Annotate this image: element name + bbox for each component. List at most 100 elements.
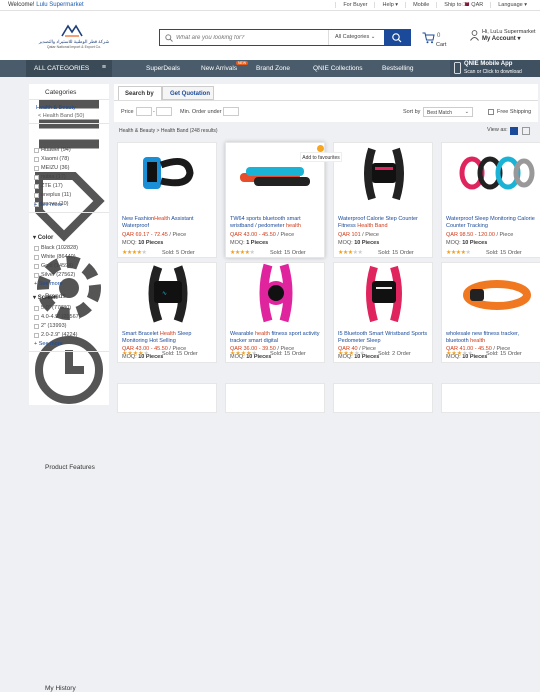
grid-view-icon[interactable] [510, 127, 518, 135]
color-checkbox[interactable] [34, 246, 39, 251]
screen-checkbox[interactable] [34, 306, 39, 311]
brand-option[interactable]: MEIZU (36) [41, 165, 69, 171]
product-card[interactable]: wholesale new fitness tracker, bluetooth… [441, 262, 540, 363]
product-card[interactable] [441, 383, 540, 413]
product-image[interactable] [334, 143, 434, 203]
screen-option[interactable]: 2.0-2.9" (4224) [41, 332, 78, 338]
product-card[interactable] [333, 383, 433, 413]
all-categories-button[interactable]: ALL CATEGORIES ≡ [26, 60, 112, 77]
search-button-icon [392, 33, 402, 43]
color-option[interactable]: Black (102828) [41, 245, 78, 251]
tab-search-by[interactable]: Search by [118, 86, 162, 100]
color-option[interactable]: Gold (14594) [41, 263, 73, 269]
price-label: Price [121, 109, 134, 115]
store-name[interactable]: Lulu Supermarket [36, 2, 83, 8]
search-input[interactable] [176, 32, 326, 44]
price-max-input[interactable] [156, 107, 172, 116]
color-checkbox[interactable] [34, 273, 39, 278]
screen-see-more[interactable]: + See more [34, 341, 63, 347]
product-image[interactable] [118, 143, 218, 203]
product-title[interactable]: New FashionHealth Assistant Waterproof [122, 216, 214, 230]
product-card[interactable] [225, 383, 325, 413]
product-title[interactable]: Waterproof Sleep Monitoring Calorie Coun… [446, 216, 538, 230]
mobile-link[interactable]: Mobile [405, 2, 436, 8]
product-title[interactable]: Wearable health fitness sport activity t… [230, 331, 322, 345]
free-shipping-label[interactable]: Free Shipping [497, 109, 531, 115]
product-grid: New FashionHealth Assistant Waterproof Q… [114, 138, 540, 413]
for-buyer-link[interactable]: For Buyer [335, 2, 374, 8]
nav-bestselling[interactable]: Bestselling [382, 65, 413, 72]
product-image[interactable] [442, 263, 540, 323]
language-link[interactable]: Language ▾ [490, 2, 534, 8]
nav-qnie-collections[interactable]: QNIE Collections [313, 65, 363, 72]
nav-superdeals[interactable]: SuperDeals [146, 65, 180, 72]
screen-option[interactable]: 4.0-4.9" (20567) [41, 314, 81, 320]
product-image[interactable]: ∿ [118, 263, 218, 323]
list-view-icon[interactable] [522, 127, 530, 135]
nav-brand-zone[interactable]: Brand Zone [256, 65, 290, 72]
mobile-app-promo[interactable]: QNIE Mobile App Scan or Click to downloa… [450, 60, 540, 77]
price-min-input[interactable] [136, 107, 152, 116]
screen-option[interactable]: 5.0" (77380) [41, 305, 71, 311]
my-account-link[interactable]: My Account ▾ [470, 35, 540, 42]
product-card[interactable]: Waterproof Calorie Step Counter Fitness … [333, 142, 433, 258]
color-option[interactable]: Silver (27562) [41, 272, 75, 278]
screen-checkbox[interactable] [34, 324, 39, 329]
category-link[interactable]: Health & Beauty [36, 105, 76, 111]
sort-select[interactable]: Best Match ⌄ [423, 107, 473, 117]
subcategory-link[interactable]: < Health Band (50) [38, 113, 84, 119]
brand-option[interactable]: Xiaomi (78) [41, 156, 69, 162]
min-order-input[interactable] [223, 107, 239, 116]
brands-see-more[interactable]: + See more [34, 202, 63, 208]
sold-count: Sold: 2 Order [378, 351, 411, 357]
screen-checkbox[interactable] [34, 315, 39, 320]
account-menu[interactable]: Hi, LuLu Supermarket My Account ▾ [470, 29, 540, 42]
nav-new-arrivals[interactable]: New Arrivals [201, 65, 237, 72]
category-select[interactable]: All Categories ⌄ [328, 30, 376, 45]
product-card[interactable]: Wearable health fitness sport activity t… [225, 262, 325, 363]
product-title[interactable]: Smart Bracelet Health Sleep Monitoring H… [122, 331, 214, 345]
free-shipping-checkbox[interactable] [488, 109, 494, 115]
color-see-more[interactable]: + See more [34, 281, 63, 287]
chevron-down-icon: ⌄ [370, 34, 376, 40]
product-image[interactable] [334, 263, 434, 323]
brand-checkbox[interactable] [34, 148, 39, 153]
my-history-heading[interactable]: My History [45, 685, 76, 692]
product-title[interactable]: TW64 sports bluetooth smart wristband / … [230, 216, 322, 230]
screen-checkbox[interactable] [34, 333, 39, 338]
brand-checkbox[interactable] [34, 193, 39, 198]
product-card[interactable]: ∿ Smart Bracelet Health Sleep Monitoring… [117, 262, 217, 363]
brand-checkbox[interactable] [34, 184, 39, 189]
sold-count: Sold: 15 Order [486, 351, 522, 357]
brand-checkbox[interactable] [34, 157, 39, 162]
product-title[interactable]: Waterproof Calorie Step Counter Fitness … [338, 216, 430, 230]
divider [29, 123, 109, 124]
product-title[interactable]: wholesale new fitness tracker, bluetooth… [446, 331, 538, 345]
sold-count: Sold: 15 Order [378, 250, 414, 256]
brand-checkbox[interactable] [34, 166, 39, 171]
search-button[interactable] [384, 30, 410, 45]
product-card[interactable]: New FashionHealth Assistant Waterproof Q… [117, 142, 217, 258]
product-image[interactable] [226, 263, 326, 323]
product-card[interactable] [117, 383, 217, 413]
product-image[interactable] [442, 143, 540, 203]
product-card[interactable]: I5 Bluetooth Smart Wristband Sports Pedo… [333, 262, 433, 363]
heart-icon[interactable] [317, 145, 324, 152]
brand-option[interactable]: nubia (17) [41, 174, 66, 180]
brand-option[interactable]: oneplus (11) [41, 192, 71, 198]
product-card[interactable]: Waterproof Sleep Monitoring Calorie Coun… [441, 142, 540, 258]
logo[interactable]: شركة قطر الوطنية للاستيراد والتصدير Qata… [34, 24, 114, 58]
brand-checkbox[interactable] [34, 175, 39, 180]
tab-get-quotation[interactable]: Get Quotation [162, 86, 214, 100]
color-checkbox[interactable] [34, 264, 39, 269]
screen-option[interactable]: 2" (13993) [41, 323, 67, 329]
ship-to-link[interactable]: Ship to 🇶🇦 QAR [436, 2, 490, 8]
help-link[interactable]: Help ▾ [374, 2, 405, 8]
add-to-favourites-tooltip[interactable]: Add to favourites [300, 152, 342, 162]
color-checkbox[interactable] [34, 255, 39, 260]
brand-option[interactable]: Huawei (94) [41, 147, 71, 153]
color-option[interactable]: White (86440) [41, 254, 76, 260]
cart[interactable]: 0 Cart [422, 30, 452, 52]
brand-option[interactable]: ZTE (17) [41, 183, 63, 189]
product-title[interactable]: I5 Bluetooth Smart Wristband Sports Pedo… [338, 331, 430, 345]
